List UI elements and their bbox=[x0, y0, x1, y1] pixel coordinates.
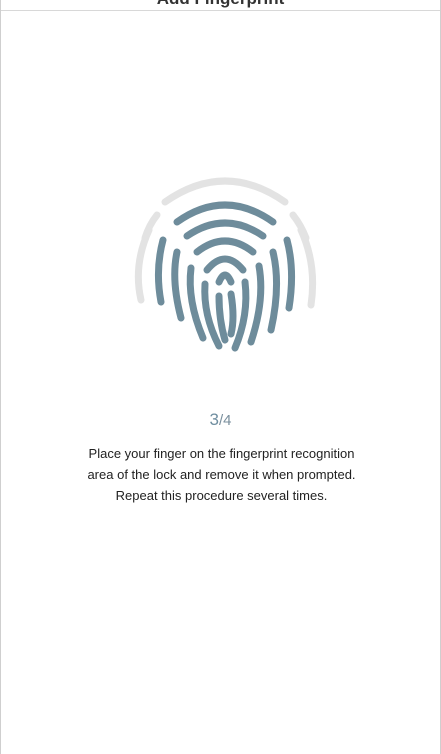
fingerprint-ridge-2 bbox=[154, 236, 167, 306]
add-fingerprint-screen: Add Fingerprint 3 bbox=[0, 0, 441, 754]
fingerprint-ridge-3 bbox=[283, 236, 296, 312]
fingerprint-ridge-9 bbox=[247, 262, 265, 346]
fingerprint-ridge-8 bbox=[186, 264, 207, 342]
fingerprint-ridge-10 bbox=[203, 255, 247, 274]
page-title: Add Fingerprint bbox=[1, 0, 440, 9]
fingerprint-icon bbox=[134, 177, 317, 352]
fingerprint-outer-ridge-left-2 bbox=[141, 211, 161, 242]
fingerprint-ridge-7 bbox=[193, 237, 257, 256]
enrollment-progress: 3/4 bbox=[1, 410, 440, 430]
progress-total-steps: 4 bbox=[223, 412, 232, 429]
fingerprint-outer-ridge-top bbox=[161, 177, 289, 206]
fingerprint-ridge-5 bbox=[171, 248, 185, 322]
fingerprint-ridge-6 bbox=[267, 248, 281, 334]
fingerprint-ridge-15 bbox=[227, 290, 237, 338]
fingerprint-ridge-14 bbox=[215, 292, 229, 344]
navigation-header: Add Fingerprint bbox=[1, 0, 440, 11]
fingerprint-ridge-13 bbox=[215, 271, 235, 286]
progress-current-step: 3 bbox=[209, 410, 219, 429]
enrollment-instructions: Place your finger on the fingerprint rec… bbox=[87, 446, 356, 503]
fingerprint-ridge-12 bbox=[231, 278, 250, 352]
fingerprint-ridge-4 bbox=[183, 219, 267, 240]
